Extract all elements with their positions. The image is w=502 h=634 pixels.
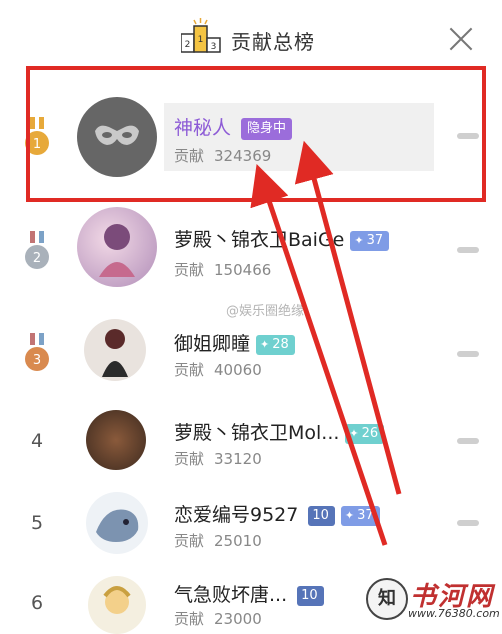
svg-text:3: 3 [211, 42, 217, 52]
contribution-value: 150466 [214, 261, 272, 279]
page-title: 贡献总榜 [231, 30, 315, 54]
svg-text:1: 1 [198, 35, 204, 45]
contribution-value: 40060 [214, 361, 262, 379]
contribution: 贡献 25010 [174, 530, 262, 551]
svg-text:2: 2 [185, 40, 191, 50]
user-name: 萝殿丶锦衣卫BaiGe [174, 229, 345, 251]
drag-handle[interactable] [457, 351, 479, 357]
header: 2 1 3 贡献总榜 [0, 0, 502, 70]
level-badge: ✦ 37 [350, 230, 390, 251]
user-avatar[interactable] [77, 207, 157, 287]
contribution-value: 25010 [214, 532, 262, 550]
svg-text:2: 2 [33, 251, 41, 266]
drag-handle[interactable] [457, 520, 479, 526]
site-logo-url: www.76380.com [408, 607, 500, 620]
contribution: 贡献 150466 [174, 259, 271, 280]
rank-number: 5 [30, 512, 44, 534]
level-badge: ✦ 26 [345, 423, 385, 444]
silver-medal-icon: 2 [25, 231, 49, 269]
user-avatar[interactable] [86, 410, 146, 470]
user-name: 恋爱编号9527 [174, 504, 299, 526]
user-name: 萝殿丶锦衣卫Mol... [174, 422, 340, 444]
noble-badge: 10 [308, 505, 335, 526]
contribution-value: 33120 [214, 450, 262, 468]
level-badge: ✦ 37 [340, 505, 380, 526]
drag-handle[interactable] [457, 247, 479, 253]
user-avatar[interactable] [88, 576, 146, 634]
contribution: 贡献 23000 [174, 608, 262, 629]
list-item-rank-5[interactable]: 5 恋爱编号9527 10 ✦ 37 贡献 25010 [0, 482, 502, 572]
list-item-rank-4[interactable]: 4 萝殿丶锦衣卫Mol... ✦ 26 贡献 33120 [0, 400, 502, 490]
user-avatar[interactable] [84, 319, 146, 381]
site-logo-icon: 知 [366, 578, 408, 620]
bronze-medal-icon: 3 [25, 333, 49, 371]
highlight-box [26, 66, 486, 202]
noble-badge: 10 [297, 585, 324, 606]
contribution-label: 贡献 [174, 361, 205, 379]
contribution: 贡献 33120 [174, 448, 262, 469]
contribution-label: 贡献 [174, 261, 205, 279]
podium-icon: 2 1 3 [181, 18, 221, 53]
contribution-label: 贡献 [174, 610, 205, 628]
contribution-label: 贡献 [174, 532, 205, 550]
drag-handle[interactable] [457, 438, 479, 444]
rank-number: 6 [30, 592, 44, 614]
rank-number: 4 [30, 430, 44, 452]
user-name: 气急败坏唐... [174, 584, 288, 606]
contribution-value: 23000 [214, 610, 262, 628]
level-badge: ✦ 28 [256, 334, 295, 355]
svg-text:3: 3 [33, 353, 41, 368]
list-item-rank-3[interactable]: 3 御姐卿瞳 ✦ 28 贡献 40060 [0, 309, 502, 399]
close-icon[interactable] [448, 26, 474, 52]
list-item-rank-2[interactable]: 2 萝殿丶锦衣卫BaiGe ✦ 37 贡献 150466 [0, 207, 502, 297]
contribution-label: 贡献 [174, 450, 205, 468]
user-avatar[interactable] [86, 492, 148, 554]
contribution: 贡献 40060 [174, 359, 262, 380]
user-name: 御姐卿瞳 [174, 333, 251, 355]
